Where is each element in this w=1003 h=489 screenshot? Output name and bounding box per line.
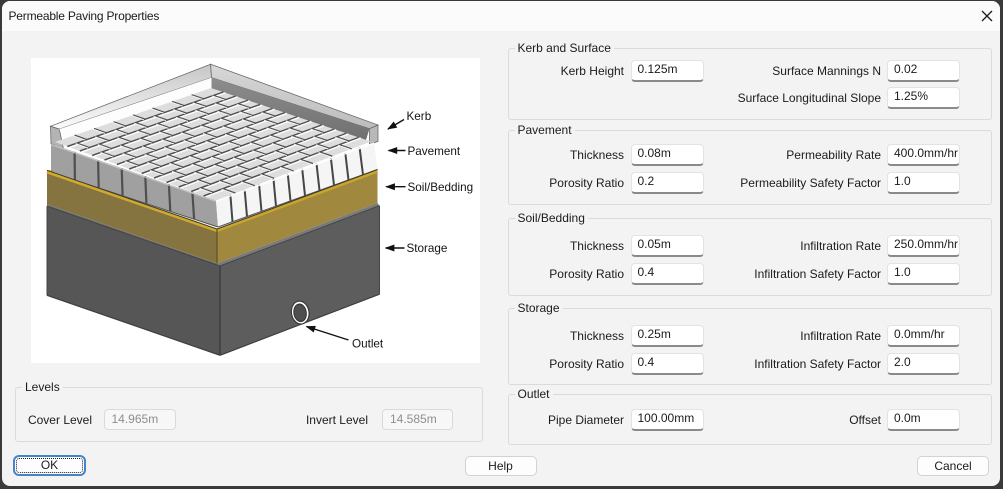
svg-text:Kerb: Kerb	[407, 110, 432, 123]
